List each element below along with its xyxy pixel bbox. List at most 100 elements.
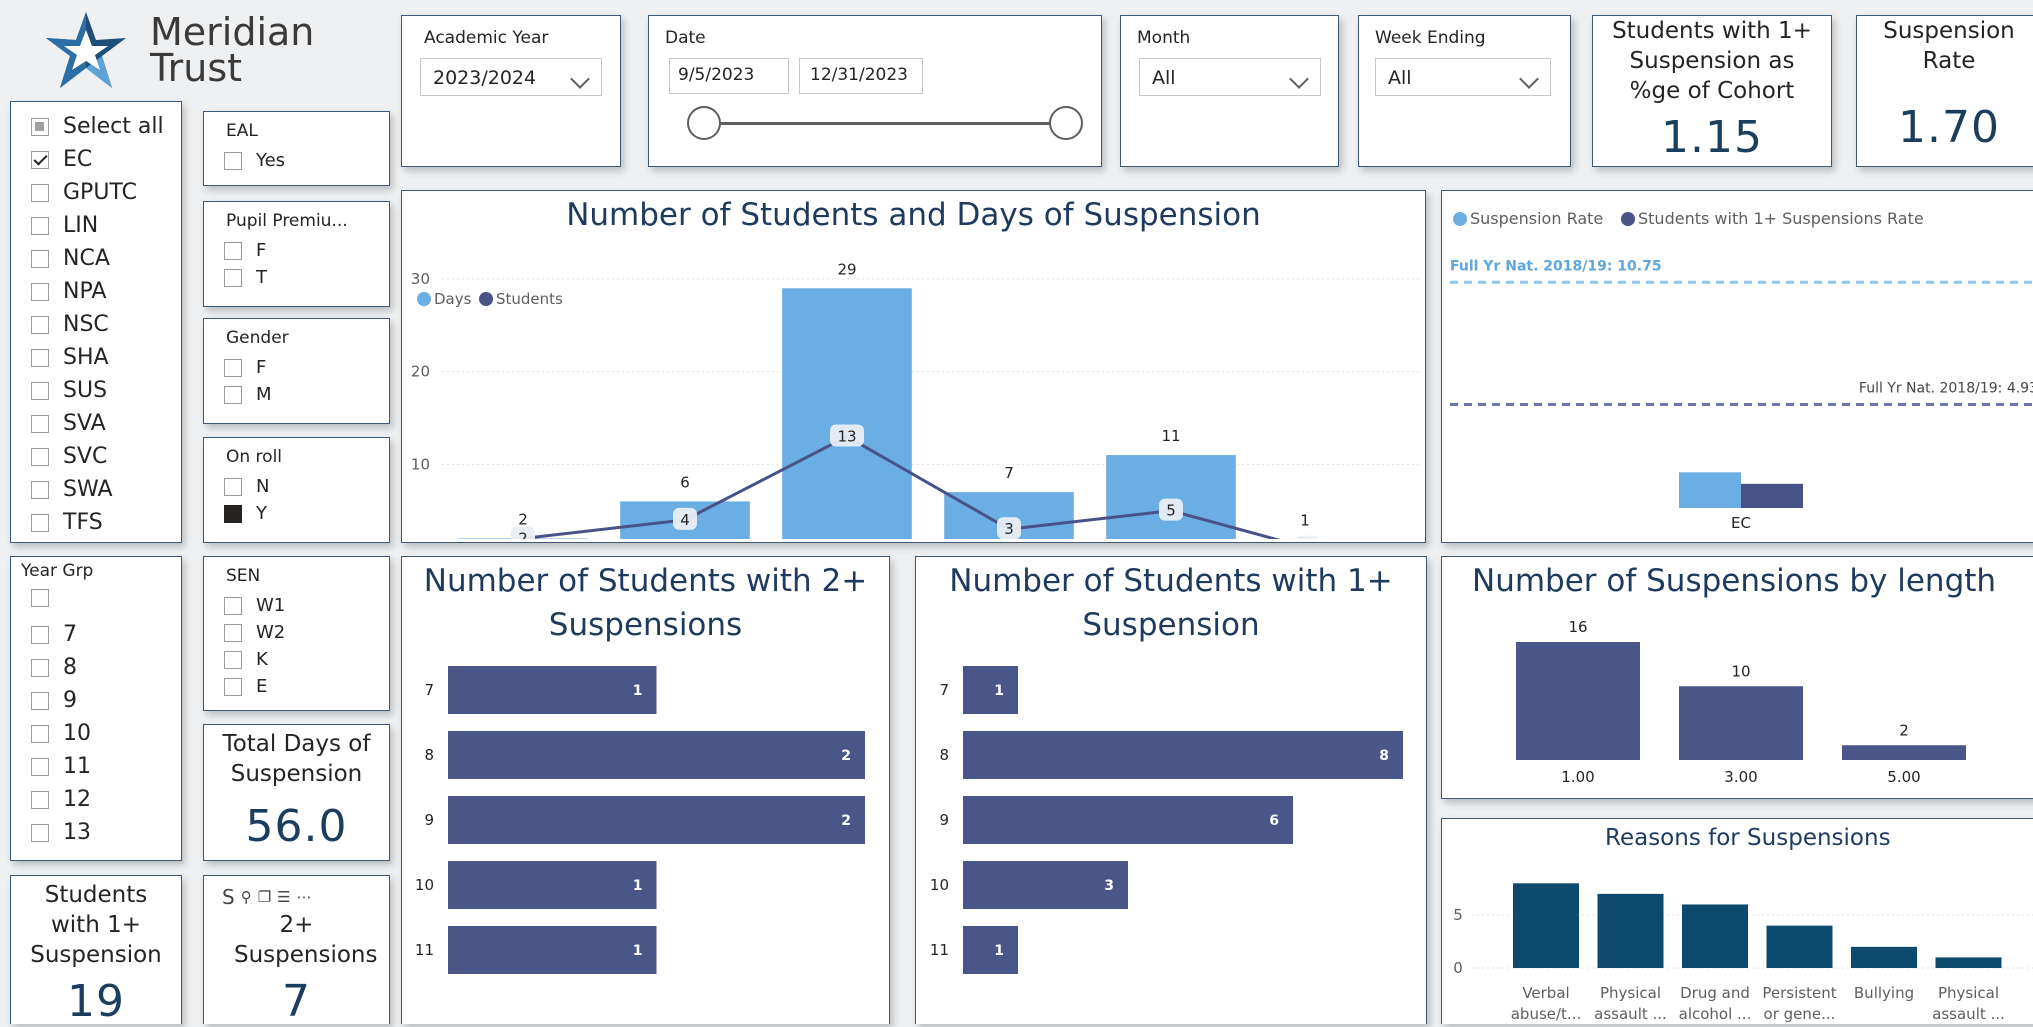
slicer-option[interactable]: 11 bbox=[31, 754, 91, 779]
checkbox-icon[interactable] bbox=[224, 505, 242, 523]
slicer-option[interactable]: GPUTC bbox=[31, 180, 137, 205]
slicer-option[interactable]: 9 bbox=[31, 688, 77, 713]
date-end-value: 12/31/2023 bbox=[810, 65, 908, 85]
slicer-option[interactable]: N bbox=[224, 476, 269, 497]
slicer-option[interactable]: TFS bbox=[31, 510, 103, 535]
date-range-start-handle[interactable] bbox=[687, 106, 721, 140]
slicer-option-label: N bbox=[256, 476, 269, 497]
slicer-option[interactable]: SUS bbox=[31, 378, 107, 403]
slicer-option-label: SWA bbox=[63, 477, 113, 502]
slicer-option[interactable]: NPA bbox=[31, 279, 106, 304]
slicer-option[interactable]: W2 bbox=[224, 622, 285, 643]
kpi-days-label: Total Days of Suspension bbox=[204, 729, 389, 789]
checkbox-icon[interactable] bbox=[224, 597, 242, 615]
checkbox-icon[interactable] bbox=[31, 791, 49, 809]
slicer-option[interactable] bbox=[31, 589, 63, 607]
checkbox-icon[interactable] bbox=[31, 217, 49, 235]
slicer-option-label: LIN bbox=[63, 213, 98, 238]
slicer-option[interactable]: 7 bbox=[31, 622, 77, 647]
checkbox-icon[interactable] bbox=[224, 359, 242, 377]
date-end-input[interactable]: 12/31/2023 bbox=[799, 58, 923, 94]
pin-icon[interactable]: ⚲ bbox=[241, 888, 252, 906]
checkbox-icon[interactable] bbox=[31, 659, 49, 677]
week-ending-dropdown[interactable]: All bbox=[1375, 58, 1551, 96]
reason-bar bbox=[1513, 883, 1579, 968]
checkbox-icon[interactable] bbox=[31, 758, 49, 776]
slicer-option[interactable]: EC bbox=[31, 147, 92, 172]
data-label: 2 bbox=[1899, 721, 1909, 739]
checkbox-icon[interactable] bbox=[31, 151, 49, 169]
month-dropdown[interactable]: All bbox=[1139, 58, 1321, 96]
checkbox-icon[interactable] bbox=[31, 514, 49, 532]
checkbox-icon[interactable] bbox=[224, 624, 242, 642]
days-data-label: 7 bbox=[1004, 464, 1014, 482]
academic-year-dropdown[interactable]: 2023/2024 bbox=[420, 58, 602, 96]
checkbox-icon[interactable] bbox=[31, 382, 49, 400]
y-tick-label: 11 bbox=[930, 941, 949, 959]
checkbox-icon[interactable] bbox=[31, 824, 49, 842]
slicer-option[interactable]: 10 bbox=[31, 721, 91, 746]
slicer-option[interactable]: NSC bbox=[31, 312, 109, 337]
year-group-title: Year Grp bbox=[21, 561, 93, 581]
slicer-option-label: NPA bbox=[63, 279, 106, 304]
slicer-option[interactable]: W1 bbox=[224, 595, 285, 616]
checkbox-icon[interactable] bbox=[224, 678, 242, 696]
checkbox-icon[interactable] bbox=[31, 349, 49, 367]
checkbox-icon[interactable] bbox=[31, 481, 49, 499]
slicer-option[interactable]: 12 bbox=[31, 787, 91, 812]
filter-icon[interactable]: ☰ bbox=[277, 888, 290, 906]
slicer-option[interactable]: SVA bbox=[31, 411, 106, 436]
slicer-option[interactable]: Select all bbox=[31, 114, 164, 139]
checkbox-icon[interactable] bbox=[224, 269, 242, 287]
slicer-option[interactable]: 8 bbox=[31, 655, 77, 680]
slicer-option[interactable]: K bbox=[224, 649, 268, 670]
length-bar bbox=[1516, 642, 1640, 760]
slicer-option[interactable]: T bbox=[224, 267, 267, 288]
slicer-option[interactable]: F bbox=[224, 357, 266, 378]
checkbox-icon[interactable] bbox=[31, 184, 49, 202]
checkbox-icon[interactable] bbox=[31, 118, 49, 136]
slicer-option[interactable]: SVC bbox=[31, 444, 107, 469]
students-data-label: 3 bbox=[1004, 520, 1014, 538]
month-label: Month bbox=[1137, 28, 1190, 48]
checkbox-icon[interactable] bbox=[31, 692, 49, 710]
slicer-option[interactable]: LIN bbox=[31, 213, 98, 238]
slicer-option[interactable]: SHA bbox=[31, 345, 109, 370]
checkbox-icon[interactable] bbox=[224, 242, 242, 260]
national-reference-label: Full Yr Nat. 2018/19: 10.75 bbox=[1450, 258, 1662, 274]
checkbox-icon[interactable] bbox=[224, 651, 242, 669]
slicer-option[interactable]: SWA bbox=[31, 477, 113, 502]
checkbox-icon[interactable] bbox=[31, 589, 49, 607]
checkbox-icon[interactable] bbox=[224, 152, 242, 170]
sen-slicer: SEN W1W2KE bbox=[203, 556, 390, 711]
checkbox-icon[interactable] bbox=[31, 250, 49, 268]
checkbox-icon[interactable] bbox=[224, 386, 242, 404]
slicer-option[interactable]: NCA bbox=[31, 246, 110, 271]
y-tick-label: 11 bbox=[415, 941, 434, 959]
checkbox-icon[interactable] bbox=[31, 626, 49, 644]
checkbox-icon[interactable] bbox=[31, 725, 49, 743]
slicer-option[interactable]: 13 bbox=[31, 820, 91, 845]
checkbox-icon[interactable] bbox=[31, 283, 49, 301]
legend-days-marker bbox=[417, 292, 431, 306]
y-tick-label: 10 bbox=[930, 876, 949, 894]
date-range-end-handle[interactable] bbox=[1049, 106, 1083, 140]
data-label: 10 bbox=[1731, 662, 1750, 680]
on-roll-title: On roll bbox=[226, 447, 282, 467]
slicer-option[interactable]: Yes bbox=[224, 150, 285, 171]
slicer-option-label: 10 bbox=[63, 721, 91, 746]
checkbox-icon[interactable] bbox=[31, 415, 49, 433]
date-start-input[interactable]: 9/5/2023 bbox=[669, 58, 789, 94]
checkbox-icon[interactable] bbox=[31, 316, 49, 334]
reasons-chart-title: Reasons for Suspensions bbox=[1605, 823, 2033, 853]
logo-name-line2: Trust bbox=[150, 48, 242, 88]
more-options-icon[interactable]: ⋯ bbox=[297, 888, 312, 906]
checkbox-icon[interactable] bbox=[224, 478, 242, 496]
slicer-option[interactable]: E bbox=[224, 676, 267, 697]
slicer-option[interactable]: Y bbox=[224, 503, 267, 524]
copy-icon[interactable]: ❐ bbox=[258, 888, 271, 906]
reason-bar bbox=[1767, 926, 1833, 968]
slicer-option[interactable]: F bbox=[224, 240, 266, 261]
slicer-option[interactable]: M bbox=[224, 384, 272, 405]
checkbox-icon[interactable] bbox=[31, 448, 49, 466]
